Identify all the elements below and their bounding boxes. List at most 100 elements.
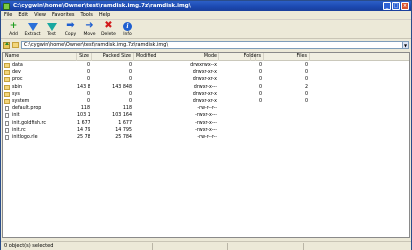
copy-icon: ➡ [66, 20, 75, 31]
cell-folders: 0 [258, 63, 262, 68]
cell-size: 0 [86, 77, 90, 83]
item-name: init.rc [12, 127, 26, 133]
cell-packed-size: 0 [128, 77, 132, 83]
cell-files: 0 [304, 63, 308, 68]
menu-help[interactable]: Help [96, 12, 113, 18]
menu-file[interactable]: File [1, 12, 15, 18]
list-item[interactable]: dev 0 0 drwxr-xr-x 0 0 [3, 69, 409, 76]
menu-tools[interactable]: Tools [78, 12, 96, 18]
cell-folders [219, 120, 262, 127]
folder-icon [4, 91, 10, 97]
extract-icon [27, 21, 38, 31]
cell-name: default.prop [4, 105, 77, 112]
status-text: 0 object(s) selected [4, 243, 54, 249]
list-item[interactable]: init.rc 14 795 14 795 -rwxr-x--- [3, 127, 409, 134]
cell-name: dev [4, 69, 77, 76]
cell-size: 14 795 [77, 127, 90, 133]
rows-container: data 0 0 drwxrwx--x 0 0 dev 0 0 drwxr-xr-x 0 0 proc 0… [3, 62, 409, 141]
cell-packed-size: 103 164 [112, 113, 132, 119]
item-name: init [12, 113, 20, 119]
cell-folders [219, 134, 262, 141]
test-button[interactable]: Test [42, 20, 61, 39]
cell-mode: drwxr-xr-x [192, 91, 217, 97]
item-name: dev [12, 70, 21, 76]
close-button[interactable]: × [401, 2, 409, 10]
col-mode[interactable]: Mode [171, 53, 219, 61]
cell-size: 1 677 [77, 120, 90, 126]
add-icon: + [9, 21, 18, 31]
list-item[interactable]: sys 0 0 drwxr-xr-x 0 0 [3, 91, 409, 98]
test-icon [46, 21, 57, 31]
list-item[interactable]: init.goldfish.rc 1 677 1 677 -rwxr-x--- [3, 120, 409, 127]
item-name: sys [12, 91, 20, 97]
status-divider [152, 243, 153, 250]
extract-button[interactable]: Extract [23, 20, 42, 39]
col-name[interactable]: Name [3, 53, 77, 61]
cell-mode: -rwxr-x--- [195, 120, 217, 126]
address-bar: C:\cygwin\home\Owner\test\ramdisk.img.7z… [1, 39, 411, 51]
item-name: init.goldfish.rc [12, 120, 47, 126]
chevron-down-icon[interactable]: ▼ [402, 41, 409, 49]
delete-label: Delete [101, 32, 116, 37]
cell-packed-size: 14 795 [115, 127, 132, 133]
list-item[interactable]: default.prop 118 118 -rw-r--r-- [3, 105, 409, 112]
folder-icon [4, 77, 10, 83]
list-item[interactable]: data 0 0 drwxrwx--x 0 0 [3, 62, 409, 69]
list-item[interactable]: sbin 143 848 143 848 drwxr-x--- 0 2 [3, 84, 409, 91]
menu-view[interactable]: View [31, 12, 49, 18]
cell-packed-size: 0 [128, 91, 132, 97]
cell-mode: -rwxr-x--- [195, 113, 217, 119]
extract-label: Extract [24, 32, 41, 37]
col-size[interactable]: Size [77, 53, 92, 61]
col-folders[interactable]: Folders [219, 53, 264, 61]
list-item[interactable]: proc 0 0 drwxr-xr-x 0 0 [3, 76, 409, 83]
add-button[interactable]: + Add [4, 20, 23, 39]
cell-name: init.goldfish.rc [4, 120, 77, 127]
address-input[interactable]: C:\cygwin\home\Owner\test\ramdisk.img.7z… [21, 41, 403, 49]
item-name: sbin [12, 84, 22, 90]
cell-name: init [4, 112, 77, 119]
status-divider [303, 243, 304, 250]
status-bar: 0 object(s) selected [1, 241, 411, 250]
cell-size: 25 784 [77, 134, 90, 140]
test-label: Test [47, 32, 56, 37]
cell-packed-size: 0 [128, 63, 132, 68]
file-icon [5, 113, 9, 119]
cell-files [264, 105, 308, 112]
file-icon [5, 106, 9, 112]
archive-window: C:\cygwin\home\Owner\test\ramdisk.img.7z… [0, 0, 412, 250]
info-button[interactable]: i Info [118, 20, 137, 39]
cell-mode: drwxr-xr-x [192, 77, 217, 83]
item-name: initlogo.rle [12, 134, 38, 140]
cell-folders: 0 [258, 91, 262, 97]
toolbar: + Add Extract Test ➡ Copy ➜ Move ✖ Delet… [1, 20, 411, 39]
list-item[interactable]: system 0 0 drwxr-xr-x 0 0 [3, 98, 409, 105]
menu-favorites[interactable]: Favorites [49, 12, 78, 18]
list-item[interactable]: initlogo.rle 25 784 25 784 -rw-r--r-- [3, 134, 409, 141]
folder-icon [4, 99, 10, 105]
col-files[interactable]: Files [264, 53, 310, 61]
cell-mode: drwxrwx--x [190, 63, 217, 68]
maximize-button[interactable]: □ [392, 2, 400, 10]
list-item[interactable]: init 103 164 103 164 -rwxr-x--- [3, 112, 409, 119]
copy-button[interactable]: ➡ Copy [61, 20, 80, 39]
folder-up-icon[interactable] [3, 41, 10, 49]
cell-mode: -rwxr-x--- [195, 127, 217, 133]
cell-packed-size: 118 [122, 106, 132, 112]
cell-files [264, 127, 308, 134]
cell-name: sbin [4, 84, 77, 91]
title-bar[interactable]: C:\cygwin\home\Owner\test\ramdisk.img.7z… [1, 1, 411, 11]
delete-button[interactable]: ✖ Delete [99, 20, 118, 39]
menu-edit[interactable]: Edit [15, 12, 31, 18]
add-label: Add [9, 32, 18, 37]
move-button[interactable]: ➜ Move [80, 20, 99, 39]
file-list[interactable]: Name Size Packed Size Modified Mode Fold… [2, 52, 410, 238]
cell-mode: -rw-r--r-- [197, 106, 217, 112]
info-icon: i [123, 22, 132, 31]
col-packed-size[interactable]: Packed Size [92, 53, 134, 61]
minimize-button[interactable]: _ [383, 2, 391, 10]
cell-name: system [4, 98, 77, 105]
file-icon [5, 127, 9, 133]
cell-mode: drwxr-xr-x [192, 70, 217, 76]
info-label: Info [123, 32, 132, 37]
